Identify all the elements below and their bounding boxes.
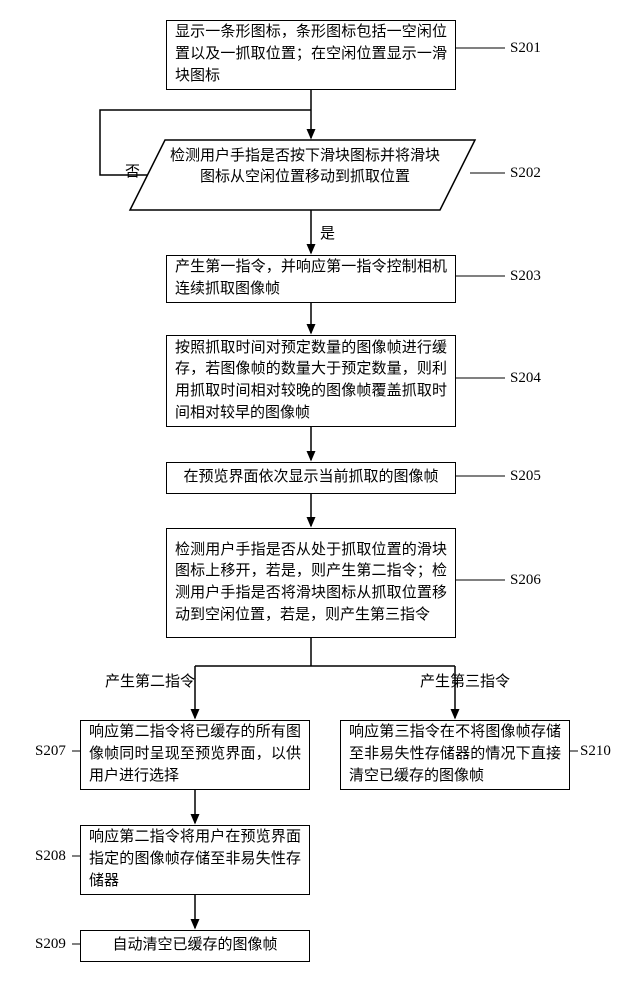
label-s203: S203 [510,268,541,285]
node-s210-text: 响应第三指令在不将图像帧存储至非易失性存储器的情况下直接清空已缓存的图像帧 [349,722,561,787]
node-s209-text: 自动清空已缓存的图像帧 [112,935,277,957]
node-s205-text: 在预览界面依次显示当前抓取的图像帧 [183,467,438,489]
node-s208: 响应第二指令将用户在预览界面指定的图像帧存储至非易失性存储器 [80,825,310,895]
node-s207: 响应第二指令将已缓存的所有图像帧同时呈现至预览界面，以供用户进行选择 [80,720,310,790]
node-s206: 检测用户手指是否从处于抓取位置的滑块图标上移开，若是，则产生第二指令；检测用户手… [166,528,456,638]
node-s202: 检测用户手指是否按下滑块图标并将滑块图标从空闲位置移动到抓取位置 [170,146,440,188]
label-s210: S210 [580,743,611,760]
node-s201-text: 显示一条形图标，条形图标包括一空闲位置以及一抓取位置；在空闲位置显示一滑块图标 [175,22,447,87]
edge-label-yes: 是 [320,222,335,243]
node-s205: 在预览界面依次显示当前抓取的图像帧 [166,462,456,494]
edge-label-cmd2: 产生第二指令 [105,670,195,691]
edge-label-no: 否 [125,160,140,181]
node-s209: 自动清空已缓存的图像帧 [80,930,310,962]
label-s204: S204 [510,370,541,387]
flowchart-canvas: 显示一条形图标，条形图标包括一空闲位置以及一抓取位置；在空闲位置显示一滑块图标 … [0,0,633,1000]
node-s203: 产生第一指令，并响应第一指令控制相机连续抓取图像帧 [166,255,456,303]
label-s207: S207 [35,743,66,760]
label-s208: S208 [35,848,66,865]
node-s208-text: 响应第二指令将用户在预览界面指定的图像帧存储至非易失性存储器 [89,827,301,892]
node-s204-text: 按照抓取时间对预定数量的图像帧进行缓存，若图像帧的数量大于预定数量，则利用抓取时… [175,338,447,425]
node-s204: 按照抓取时间对预定数量的图像帧进行缓存，若图像帧的数量大于预定数量，则利用抓取时… [166,335,456,427]
label-s206: S206 [510,572,541,589]
label-s209: S209 [35,936,66,953]
label-s205: S205 [510,468,541,485]
node-s207-text: 响应第二指令将已缓存的所有图像帧同时呈现至预览界面，以供用户进行选择 [89,722,301,787]
edge-label-cmd3: 产生第三指令 [420,670,510,691]
node-s201: 显示一条形图标，条形图标包括一空闲位置以及一抓取位置；在空闲位置显示一滑块图标 [166,20,456,90]
node-s210: 响应第三指令在不将图像帧存储至非易失性存储器的情况下直接清空已缓存的图像帧 [340,720,570,790]
node-s206-text: 检测用户手指是否从处于抓取位置的滑块图标上移开，若是，则产生第二指令；检测用户手… [175,540,447,627]
label-s202: S202 [510,165,541,182]
label-s201: S201 [510,40,541,57]
node-s203-text: 产生第一指令，并响应第一指令控制相机连续抓取图像帧 [175,257,447,301]
node-s202-text: 检测用户手指是否按下滑块图标并将滑块图标从空闲位置移动到抓取位置 [170,148,440,185]
